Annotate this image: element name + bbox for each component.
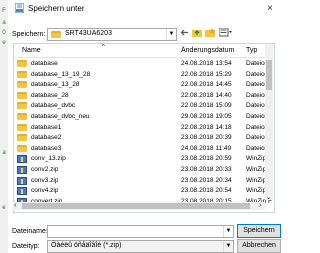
folder-icon — [17, 144, 27, 155]
vertical-scroll-thumb[interactable] — [266, 60, 272, 90]
folder-icon — [17, 102, 27, 112]
file-date: 23.08.2018 20:54 — [181, 187, 232, 195]
folder-icon — [17, 60, 27, 70]
file-name: database_dvbc_neu — [31, 113, 90, 120]
scroll-down-arrow-icon[interactable]: ⌄ — [266, 194, 271, 201]
file-row[interactable]: conv2.zip 23.08.2018 20:33 WinZip Fi — [14, 165, 272, 174]
file-name: database2 — [31, 134, 62, 142]
filename-label: Dateiname: — [12, 228, 48, 235]
bg-char: 0 — [2, 30, 6, 36]
save-as-dialog: Speichern unter × Speichern: SRT43UA6203… — [8, 0, 283, 253]
folder-icon — [17, 134, 27, 144]
folder-icon — [17, 123, 27, 134]
bg-char: a — [2, 150, 6, 156]
file-row[interactable]: conv3.zip 23.08.2018 20:34 WinZip Fi — [14, 176, 272, 185]
file-list[interactable]: Name ^ Änderungsdatum Typ database 24.08.… — [13, 43, 275, 213]
close-button[interactable]: × — [263, 2, 277, 16]
file-name: conv3.zip — [31, 176, 59, 184]
file-name: conv2.zip — [31, 166, 59, 173]
save-dialog-icon — [15, 3, 24, 13]
file-name: database3 — [31, 144, 62, 152]
view-menu-icon[interactable] — [218, 27, 233, 39]
file-date: 22.08.2018 15:29 — [181, 70, 232, 78]
bg-char: e — [2, 205, 6, 211]
title-bar[interactable]: Speichern unter × — [8, 0, 283, 18]
file-name: conv_13.zip — [31, 155, 66, 163]
folder-icon — [17, 113, 27, 123]
file-date: 23.08.2018 20:34 — [181, 176, 232, 184]
horizontal-scroll-thumb[interactable] — [22, 203, 250, 209]
chevron-down-icon: ▼ — [223, 241, 233, 252]
folder-row[interactable]: database 24.08.2018 13:54 Dateiordr — [14, 59, 272, 70]
save-in-label: Speichern: — [12, 31, 46, 38]
file-name: database — [31, 60, 58, 67]
file-date: 29.08.2018 19:05 — [181, 113, 232, 120]
file-date: 22.08.2018 14:40 — [181, 91, 232, 99]
folder-row[interactable]: database_dvbc 22.08.2018 15:09 Dateiordr — [14, 101, 272, 112]
file-name: conv4.zip — [31, 187, 59, 195]
folder-row[interactable]: database_13_19_28 22.08.2018 15:29 Dateior… — [14, 70, 272, 81]
dialog-title: Speichern unter — [28, 4, 85, 13]
folder-row[interactable]: database_28 22.08.2018 14:40 Dateiordr — [14, 91, 272, 102]
column-header: Name ^ Änderungsdatum Typ — [14, 44, 274, 58]
sort-chevron-icon: ^ — [102, 44, 105, 50]
folder-row[interactable]: database_13_28 22.08.2018 14:45 Dateiordr — [14, 80, 272, 91]
folder-icon — [17, 81, 27, 91]
folder-icon — [17, 70, 27, 81]
folder-row[interactable]: database_dvbc_neu 29.08.2018 19:05 Dateior… — [14, 112, 272, 123]
file-name: database_dvbc — [31, 102, 76, 110]
file-name: database_13_28 — [31, 81, 80, 89]
file-date: 24.08.2018 13:54 — [181, 60, 232, 67]
scroll-right-arrow-icon[interactable]: › — [259, 202, 261, 210]
filename-input[interactable]: ▼ — [47, 225, 234, 238]
bg-char: F — [2, 8, 6, 14]
folder-row[interactable]: database3 24.08.2018 11:49 Dateiordr — [14, 144, 272, 155]
file-date: 23.08.2018 20:39 — [181, 134, 232, 142]
new-folder-icon[interactable] — [205, 28, 215, 39]
column-date-header[interactable]: Änderungsdatum — [181, 47, 234, 54]
bg-char: e — [2, 40, 6, 46]
file-date: 23.08.2018 20:33 — [181, 166, 232, 173]
bg-char: a — [2, 20, 6, 26]
file-date: 22.08.2018 14:18 — [181, 123, 232, 131]
file-row[interactable]: conv_13.zip 23.08.2018 20:59 WinZip Fi — [14, 154, 272, 164]
back-arrow-icon[interactable] — [180, 28, 189, 39]
column-type-header[interactable]: Typ — [246, 47, 257, 54]
filetype-label: Dateityp: — [12, 243, 40, 250]
current-folder-name: SRT43UA6203 — [65, 30, 112, 37]
folder-row[interactable]: database1 22.08.2018 14:18 Dateiordr — [14, 123, 272, 134]
file-date: 22.08.2018 14:45 — [181, 81, 232, 89]
save-in-dropdown[interactable]: SRT43UA6203 ▼ — [47, 28, 177, 41]
folder-icon — [51, 31, 61, 38]
file-date: 22.08.2018 15:09 — [181, 102, 232, 110]
column-name-header[interactable]: Name — [22, 47, 41, 54]
file-name: database_28 — [31, 91, 69, 99]
cancel-button[interactable]: Abbrechen — [237, 239, 281, 253]
file-date: 24.08.2018 11:49 — [181, 144, 232, 152]
folder-icon — [17, 91, 27, 102]
file-date: 23.08.2018 20:59 — [181, 155, 232, 163]
folder-row[interactable]: database2 23.08.2018 20:39 Dateiordr — [14, 133, 272, 144]
file-name: database_13_19_28 — [31, 70, 91, 78]
save-button[interactable]: Speichern — [237, 224, 281, 238]
file-name: database1 — [31, 123, 62, 131]
chevron-down-icon: ▼ — [166, 29, 176, 40]
chevron-down-icon: ▼ — [223, 226, 233, 237]
filetype-dropdown[interactable]: Ôàéëû öñåäîâîé (*.zip) ▼ — [47, 240, 234, 253]
scroll-left-arrow-icon[interactable]: ‹ — [14, 202, 16, 210]
file-row[interactable]: conv4.zip 23.08.2018 20:54 WinZip Fi — [14, 186, 272, 196]
up-folder-icon[interactable] — [192, 28, 202, 39]
